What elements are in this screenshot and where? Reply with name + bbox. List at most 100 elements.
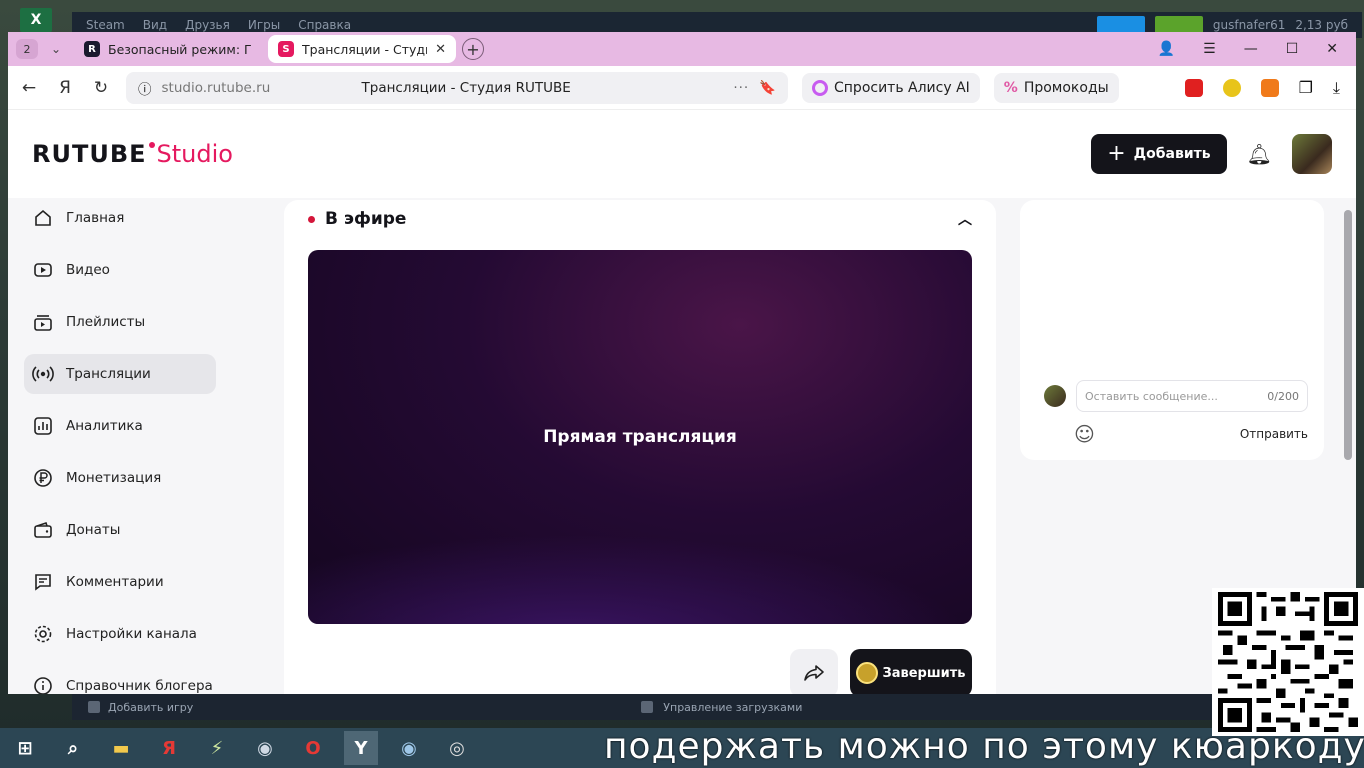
profile-icon[interactable]: 👤 [1158,41,1175,57]
qr-code-image [1218,592,1358,732]
video-player[interactable]: Прямая трансляция [308,250,972,624]
add-button-label: Добавить [1133,146,1211,162]
tab-broadcasts[interactable]: S Трансляции - Студия RUTUBE ✕ [268,35,456,63]
sidebar-item-label: Трансляции [66,366,151,382]
steam-app-icon[interactable]: ◉ [248,731,282,765]
avatar[interactable] [1292,134,1332,174]
yandex-app-icon[interactable]: Я [152,731,186,765]
share-button[interactable] [790,649,838,694]
download-icon[interactable]: ⤓ [1333,78,1340,98]
yandex-icon[interactable]: Я [54,78,76,98]
emoji-icon[interactable]: ☺ [1074,422,1095,446]
chevron-down-icon[interactable]: ⌄ [44,42,68,56]
alice-icon [812,79,828,96]
sidebar: Главная Видео Плейлисты Трансляции Анали… [24,198,216,694]
live-indicator-dot [308,215,315,223]
manage-downloads-button[interactable]: Управление загрузками [663,701,802,714]
extension-red-icon[interactable] [1184,78,1203,97]
bell-icon[interactable]: 🔔︎ [1247,142,1272,166]
url-field[interactable]: ⓘ studio.rutube.ru Трансляции - Студия R… [126,71,788,104]
steam-menu-item[interactable]: Справка [298,18,351,32]
finish-label: Завершить [882,665,966,681]
reload-icon[interactable]: ↻ [90,78,112,98]
sidebar-item-comments[interactable]: Комментарии [24,562,216,602]
steam-menu-item[interactable]: Игры [248,18,280,32]
chevron-up-icon[interactable]: ︿ [958,209,972,229]
downloads-area: Управление загрузками [641,701,802,714]
tab-safe-mode[interactable]: R Безопасный режим: Главная [74,35,262,63]
new-tab-button[interactable]: + [462,38,484,60]
add-game-button[interactable]: Добавить игру [108,701,193,714]
live-broadcast-card: В эфире ︿ Прямая трансляция Завершить [284,200,996,694]
steam-balance: 2,13 руб [1295,18,1348,32]
tab-count-badge[interactable]: 2 [16,39,38,59]
site-info-icon[interactable]: ⓘ [138,78,152,98]
maximize-button[interactable]: ☐ [1286,41,1299,57]
close-window-button[interactable]: ✕ [1326,41,1338,57]
opera-icon[interactable]: O [296,731,330,765]
bookmark-icon[interactable]: 🔖 [759,80,776,96]
wallet-icon [32,519,54,541]
steam-menu-item[interactable]: Вид [143,18,167,32]
ask-alice-button[interactable]: Спросить Алису AI [802,72,980,103]
live-status-header[interactable]: В эфире ︿ [284,200,996,238]
send-button[interactable]: Отправить [1240,427,1308,441]
sidebar-item-label: Видео [66,262,110,278]
yandex-browser-icon[interactable]: Y [344,731,378,765]
file-explorer-icon[interactable]: ▬ [104,731,138,765]
tab-title: Трансляции - Студия RUTUBE [302,41,427,57]
extension-yellow-icon[interactable] [1222,78,1241,97]
page-scrollbar[interactable] [1344,210,1352,460]
lightning-app-icon[interactable]: ⚡ [200,731,234,765]
chat-panel: Оставить сообщение... 0/200 ☺ Отправить [1020,200,1324,460]
analytics-icon [32,415,54,437]
minimize-button[interactable]: — [1244,41,1258,57]
sidebar-item-playlists[interactable]: Плейлисты [24,302,216,342]
sidebar-item-analytics[interactable]: Аналитика [24,406,216,446]
extension-orange-icon[interactable] [1260,78,1279,97]
windows-start-icon[interactable]: ⊞ [8,731,42,765]
sidebar-item-video[interactable]: Видео [24,250,216,290]
promo-button[interactable]: % Промокоды [993,72,1119,103]
sidebar-item-donations[interactable]: Донаты [24,510,216,550]
steam-menu-item[interactable]: Друзья [185,18,230,32]
steam-taskbar-icon[interactable]: ◉ [392,731,426,765]
percent-icon: % [1003,79,1018,96]
chat-message-input[interactable]: Оставить сообщение... 0/200 [1076,380,1308,412]
sidebar-item-label: Плейлисты [66,314,146,330]
chat-avatar [1044,385,1066,407]
steam-username[interactable]: gusfnafer61 [1213,18,1285,32]
chat-input-row: Оставить сообщение... 0/200 [1044,380,1308,412]
gear-icon [32,623,54,645]
sidebar-item-monetization[interactable]: Монетизация [24,458,216,498]
rutube-favicon-icon: R [84,41,100,57]
more-icon[interactable]: ··· [733,80,749,96]
sidebar-item-label: Справочник блогера [66,678,213,694]
search-icon[interactable]: ⌕ [56,731,90,765]
obs-icon[interactable]: ◎ [440,731,474,765]
tab-title: Безопасный режим: Главная [108,41,252,57]
studio-page: RUTUBE Studio + Добавить 🔔︎ Главная Виде [8,110,1356,694]
tab-bar: 2 ⌄ R Безопасный режим: Главная S Трансл… [8,32,1356,66]
browser-window: 2 ⌄ R Безопасный режим: Главная S Трансл… [8,32,1356,694]
rutube-studio-logo[interactable]: RUTUBE Studio [32,140,233,168]
back-arrow-icon[interactable]: ← [18,78,40,98]
chat-char-counter: 0/200 [1267,389,1299,403]
extensions-area: ❐ ⤓ [1184,78,1346,98]
playlist-icon [32,311,54,333]
menu-icon[interactable]: ☰ [1203,41,1216,57]
chat-actions: ☺ Отправить [1074,422,1308,446]
sidebar-item-settings[interactable]: Настройки канала [24,614,216,654]
finish-broadcast-button[interactable]: Завершить [850,649,972,694]
sidebar-item-blogger-guide[interactable]: Справочник блогера [24,666,216,694]
promo-label: Промокоды [1023,79,1109,96]
add-button[interactable]: + Добавить [1091,134,1227,174]
close-icon[interactable]: ✕ [435,42,446,57]
sidebar-item-broadcasts[interactable]: Трансляции [24,354,216,394]
sidebar-item-home[interactable]: Главная [24,198,216,238]
collections-icon[interactable]: ❐ [1299,78,1313,97]
window-controls: 👤 ☰ — ☐ ✕ [1158,41,1348,57]
home-icon [32,207,54,229]
comment-icon [32,571,54,593]
steam-menu-item[interactable]: Steam [86,18,125,32]
